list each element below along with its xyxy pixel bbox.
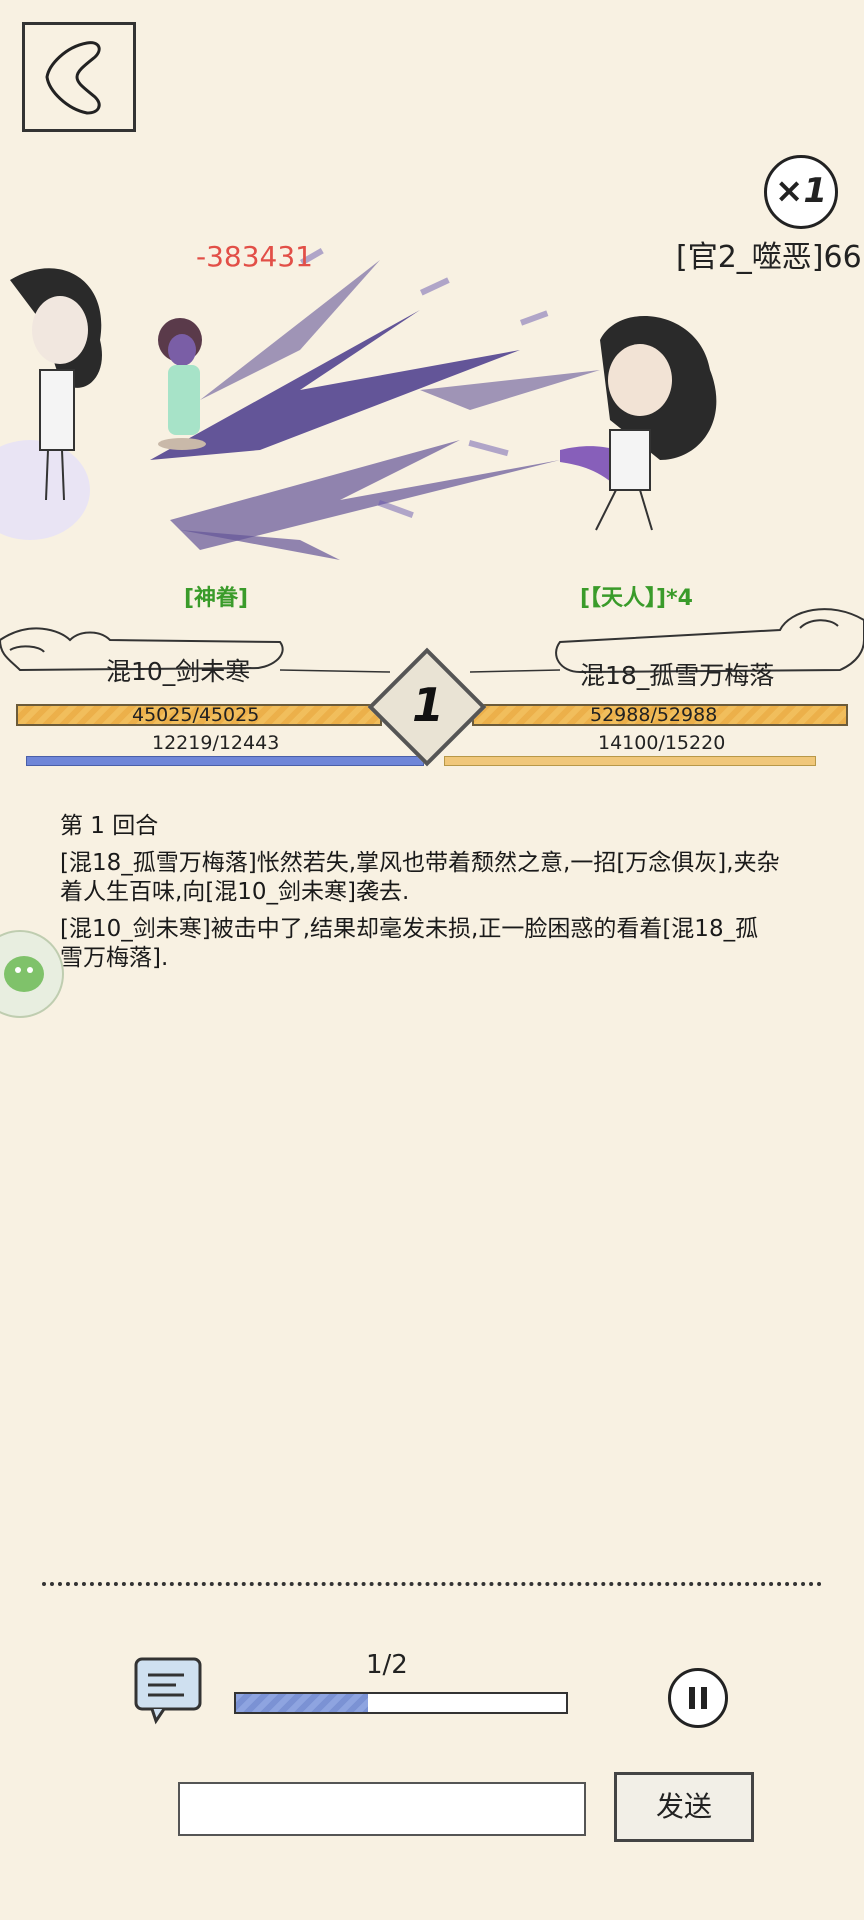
ghost-icon [4,956,44,992]
left-mp-value: 12219/12443 [152,732,280,754]
left-hp-value: 45025/45025 [132,704,260,726]
progress-label: 1/2 [366,1650,408,1680]
left-player-name: 混10_剑未寒 [106,657,251,686]
chat-button[interactable] [132,1655,204,1725]
progress-fill [236,1694,368,1712]
round-number: 1 [412,678,445,732]
send-button[interactable]: 发送 [614,1772,754,1842]
back-button[interactable] [22,22,136,132]
right-fighter [560,316,717,531]
right-player-name: 混18_孤雪万梅落 [580,661,775,690]
right-mp-value: 14100/15220 [598,732,726,754]
log-line: [混10_剑未寒]被击中了,结果却毫发未损,正一脸困惑的看着[混18_孤雪万梅落… [60,916,759,971]
back-icon [45,41,101,115]
battle-log: 第 1 回合 [混18_孤雪万梅落]怅然若失,掌风也带着颓然之意,一招[万念俱灰… [60,812,780,981]
progress-bar [234,1692,568,1714]
chat-input[interactable] [178,1782,586,1836]
battle-scene [0,248,717,560]
left-mp-bar [26,756,424,766]
floating-assistant-button[interactable] [0,930,64,1018]
pause-button[interactable] [668,1668,728,1728]
left-fighter [0,268,102,540]
pause-icon [689,1687,707,1709]
log-line: [混18_孤雪万梅落]怅然若失,掌风也带着颓然之意,一招[万念俱灰],夹杂着人生… [60,850,780,905]
right-mp-bar [444,756,816,766]
chat-icon [134,1657,202,1725]
round-title: 第 1 回合 [60,813,159,839]
support-character [158,318,206,450]
log-divider [42,1582,822,1586]
right-hp-value: 52988/52988 [590,704,718,726]
damage-number: -383431 [196,240,313,273]
